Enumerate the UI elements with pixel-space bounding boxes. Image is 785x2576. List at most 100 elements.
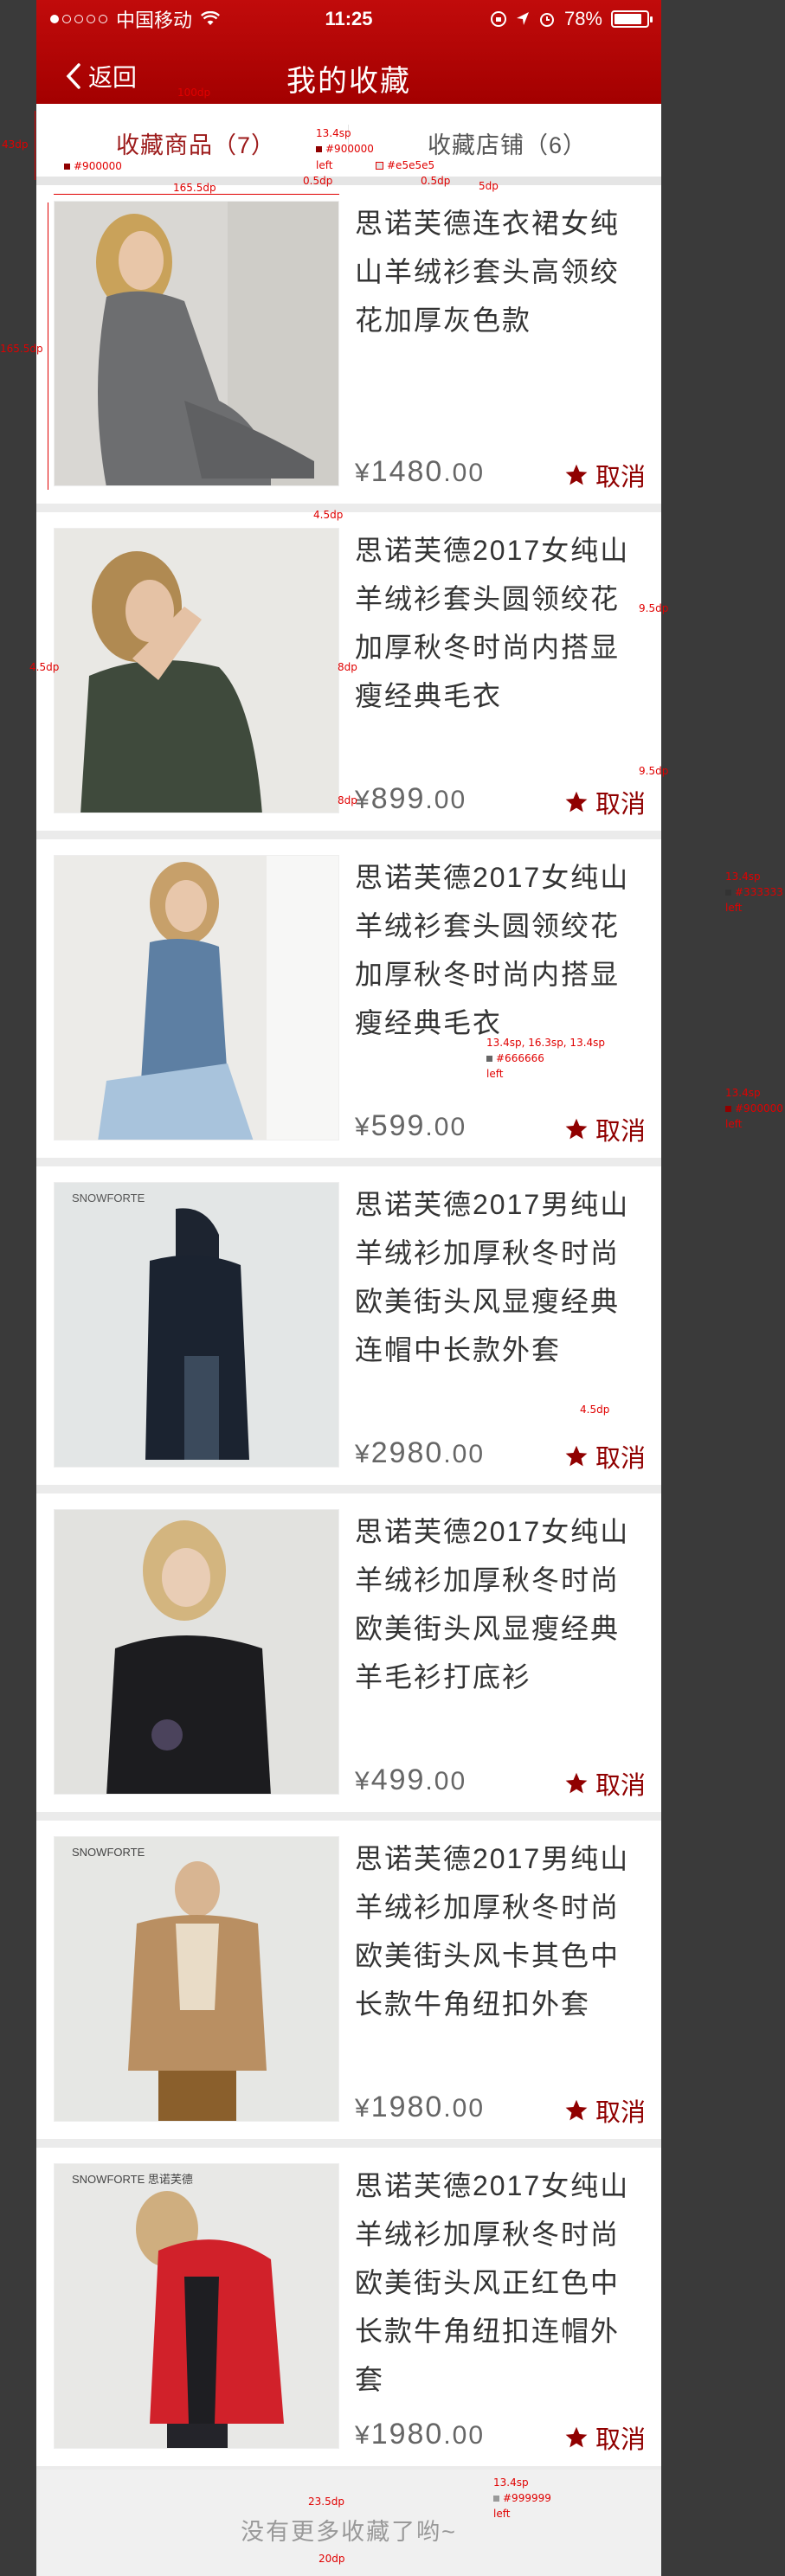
- annotation-label: 165.5dp: [173, 182, 216, 194]
- top-bar: 中国移动 11:25 78% 返回 我的收藏: [36, 0, 661, 104]
- annotation-label: 100dp: [177, 87, 211, 99]
- annotation-label: 13.4sp: [725, 1087, 761, 1099]
- cancel-label: 取消: [595, 1445, 646, 1473]
- annotation-label: 0.5dp: [421, 175, 451, 187]
- annotation-label: #900000: [64, 160, 122, 172]
- price-value: 1980: [370, 2091, 444, 2123]
- annotation-label: 165.5dp: [0, 343, 43, 355]
- annotation-value: #999999: [503, 2492, 551, 2504]
- annotation-label: #666666: [486, 1052, 544, 1064]
- cancel-label: 取消: [595, 2426, 646, 2454]
- product-name[interactable]: 思诺芙德2017男纯山羊绒衫加厚秋冬时尚欧美街头风卡其色中长款牛角纽扣外套: [355, 1834, 647, 2028]
- cancel-favorite-button[interactable]: 取消: [564, 1765, 646, 1802]
- product-price: ¥599.00: [355, 1109, 466, 1143]
- annotation-value: #333333: [735, 886, 783, 898]
- price-cents: .00: [443, 459, 486, 487]
- annotation-label: 5dp: [479, 180, 499, 192]
- list-item[interactable]: SNOWFORTE 思诺芙德2017男纯山羊绒衫加厚秋冬时尚欧美街头风显瘦经典连…: [36, 1166, 661, 1494]
- annotation-label: #900000: [725, 1102, 783, 1115]
- cancel-label: 取消: [595, 791, 646, 819]
- list-item[interactable]: 思诺芙德连衣裙女纯山羊绒衫套头高领绞花加厚灰色款 ¥1480.00 取消: [36, 185, 661, 512]
- list-item[interactable]: 思诺芙德2017女纯山羊绒衫加厚秋冬时尚欧美街头风显瘦经典羊毛衫打底衫 ¥499…: [36, 1494, 661, 1821]
- tab-collected-goods[interactable]: 收藏商品（7）: [116, 126, 275, 160]
- product-price: ¥2980.00: [355, 1436, 485, 1470]
- product-image[interactable]: SNOWFORTE: [54, 1836, 339, 2122]
- brand-logo: SNOWFORTE 思诺芙德: [72, 2173, 193, 2186]
- annotation-value: #900000: [325, 143, 374, 155]
- star-icon: [565, 791, 588, 813]
- currency-symbol: ¥: [355, 1113, 371, 1141]
- cancel-label: 取消: [595, 464, 646, 491]
- annotation-label: #900000: [316, 143, 374, 155]
- product-image[interactable]: SNOWFORTE: [54, 1182, 339, 1468]
- nav-bar: 返回 我的收藏: [36, 47, 661, 104]
- status-bar: 中国移动 11:25 78%: [36, 0, 661, 38]
- cancel-favorite-button[interactable]: 取消: [564, 1111, 646, 1147]
- product-name[interactable]: 思诺芙德2017男纯山羊绒衫加厚秋冬时尚欧美街头风显瘦经典连帽中长款外套: [355, 1180, 647, 1374]
- product-name[interactable]: 思诺芙德2017女纯山羊绒衫套头圆领绞花加厚秋冬时尚内搭显瘦经典毛衣: [355, 853, 647, 1047]
- product-price: ¥1980.00: [355, 2418, 485, 2451]
- annotation-label: 9.5dp: [639, 602, 669, 614]
- product-price: ¥899.00: [355, 782, 466, 816]
- list-item[interactable]: SNOWFORTE 思诺芙德 思诺芙德2017女纯山羊绒衫加厚秋冬时尚欧美街头风…: [36, 2148, 661, 2475]
- annotation-label: #333333: [725, 886, 783, 898]
- annotation-label: #999999: [493, 2492, 551, 2504]
- product-name[interactable]: 思诺芙德2017女纯山羊绒衫加厚秋冬时尚欧美街头风正红色中长款牛角纽扣连帽外套: [355, 2162, 647, 2404]
- battery-icon: [611, 10, 653, 28]
- cancel-label: 取消: [595, 2099, 646, 2127]
- product-image[interactable]: [54, 855, 339, 1140]
- price-value: 1480: [370, 455, 444, 488]
- annotation-label: 4.5dp: [29, 661, 60, 673]
- star-icon: [565, 1118, 588, 1140]
- currency-symbol: ¥: [355, 2094, 371, 2123]
- product-price: ¥1480.00: [355, 455, 485, 489]
- favorites-list: 思诺芙德连衣裙女纯山羊绒衫套头高领绞花加厚灰色款 ¥1480.00 取消 思诺芙…: [36, 185, 661, 2475]
- tab-collected-shops[interactable]: 收藏店铺（6）: [428, 126, 587, 160]
- cancel-favorite-button[interactable]: 取消: [564, 784, 646, 820]
- annotation-label: 8dp: [338, 661, 357, 673]
- product-name[interactable]: 思诺芙德连衣裙女纯山羊绒衫套头高领绞花加厚灰色款: [355, 199, 647, 344]
- annotation-label: left: [725, 1118, 743, 1130]
- annotation-label: 13.4sp: [493, 2476, 529, 2489]
- phone-screen: 中国移动 11:25 78% 返回 我的收藏 收藏商品（7） 收藏店铺（6） 思…: [36, 0, 661, 2576]
- list-item[interactable]: 思诺芙德2017女纯山羊绒衫套头圆领绞花加厚秋冬时尚内搭显瘦经典毛衣 ¥899.…: [36, 512, 661, 839]
- annotation-label: 23.5dp: [308, 2496, 344, 2508]
- annotation-label: #e5e5e5: [376, 159, 434, 171]
- price-cents: .00: [443, 1440, 486, 1468]
- price-value: 1980: [370, 2418, 444, 2451]
- product-price: ¥1980.00: [355, 2091, 485, 2124]
- product-name[interactable]: 思诺芙德2017女纯山羊绒衫套头圆领绞花加厚秋冬时尚内搭显瘦经典毛衣: [355, 526, 647, 720]
- cancel-favorite-button[interactable]: 取消: [564, 2092, 646, 2129]
- annotation-value: #900000: [74, 160, 122, 172]
- currency-symbol: ¥: [355, 459, 371, 487]
- annotation-label: 13.4sp: [316, 127, 351, 139]
- annotation-label: left: [316, 159, 333, 171]
- annotation-label: 4.5dp: [313, 509, 344, 521]
- list-item[interactable]: 思诺芙德2017女纯山羊绒衫套头圆领绞花加厚秋冬时尚内搭显瘦经典毛衣 ¥599.…: [36, 839, 661, 1166]
- product-image[interactable]: SNOWFORTE 思诺芙德: [54, 2163, 339, 2449]
- star-icon: [565, 1772, 588, 1794]
- star-icon: [565, 464, 588, 485]
- cancel-favorite-button[interactable]: 取消: [564, 457, 646, 493]
- annotation-label: 9.5dp: [639, 765, 669, 777]
- annotation-value: #e5e5e5: [387, 159, 435, 171]
- cancel-label: 取消: [595, 1772, 646, 1800]
- list-item[interactable]: SNOWFORTE 思诺芙德2017男纯山羊绒衫加厚秋冬时尚欧美街头风卡其色中长…: [36, 1821, 661, 2148]
- annotation-label: 43dp: [2, 138, 29, 151]
- star-icon: [565, 1445, 588, 1467]
- battery-percent: 78%: [563, 8, 602, 29]
- product-image[interactable]: [54, 1509, 339, 1795]
- star-icon: [565, 2099, 588, 2121]
- brand-logo: SNOWFORTE: [72, 1192, 145, 1204]
- cancel-favorite-button[interactable]: 取消: [564, 2419, 646, 2456]
- product-image[interactable]: [54, 201, 339, 486]
- annotation-label: left: [486, 1068, 504, 1080]
- product-name[interactable]: 思诺芙德2017女纯山羊绒衫加厚秋冬时尚欧美街头风显瘦经典羊毛衫打底衫: [355, 1507, 647, 1701]
- annotation-value: #900000: [735, 1102, 783, 1115]
- product-image[interactable]: [54, 528, 339, 813]
- currency-symbol: ¥: [355, 2421, 371, 2450]
- location-icon: [516, 12, 529, 25]
- cancel-favorite-button[interactable]: 取消: [564, 1438, 646, 1474]
- currency-symbol: ¥: [355, 1767, 371, 1795]
- annotation-label: 13.4sp, 16.3sp, 13.4sp: [486, 1037, 606, 1049]
